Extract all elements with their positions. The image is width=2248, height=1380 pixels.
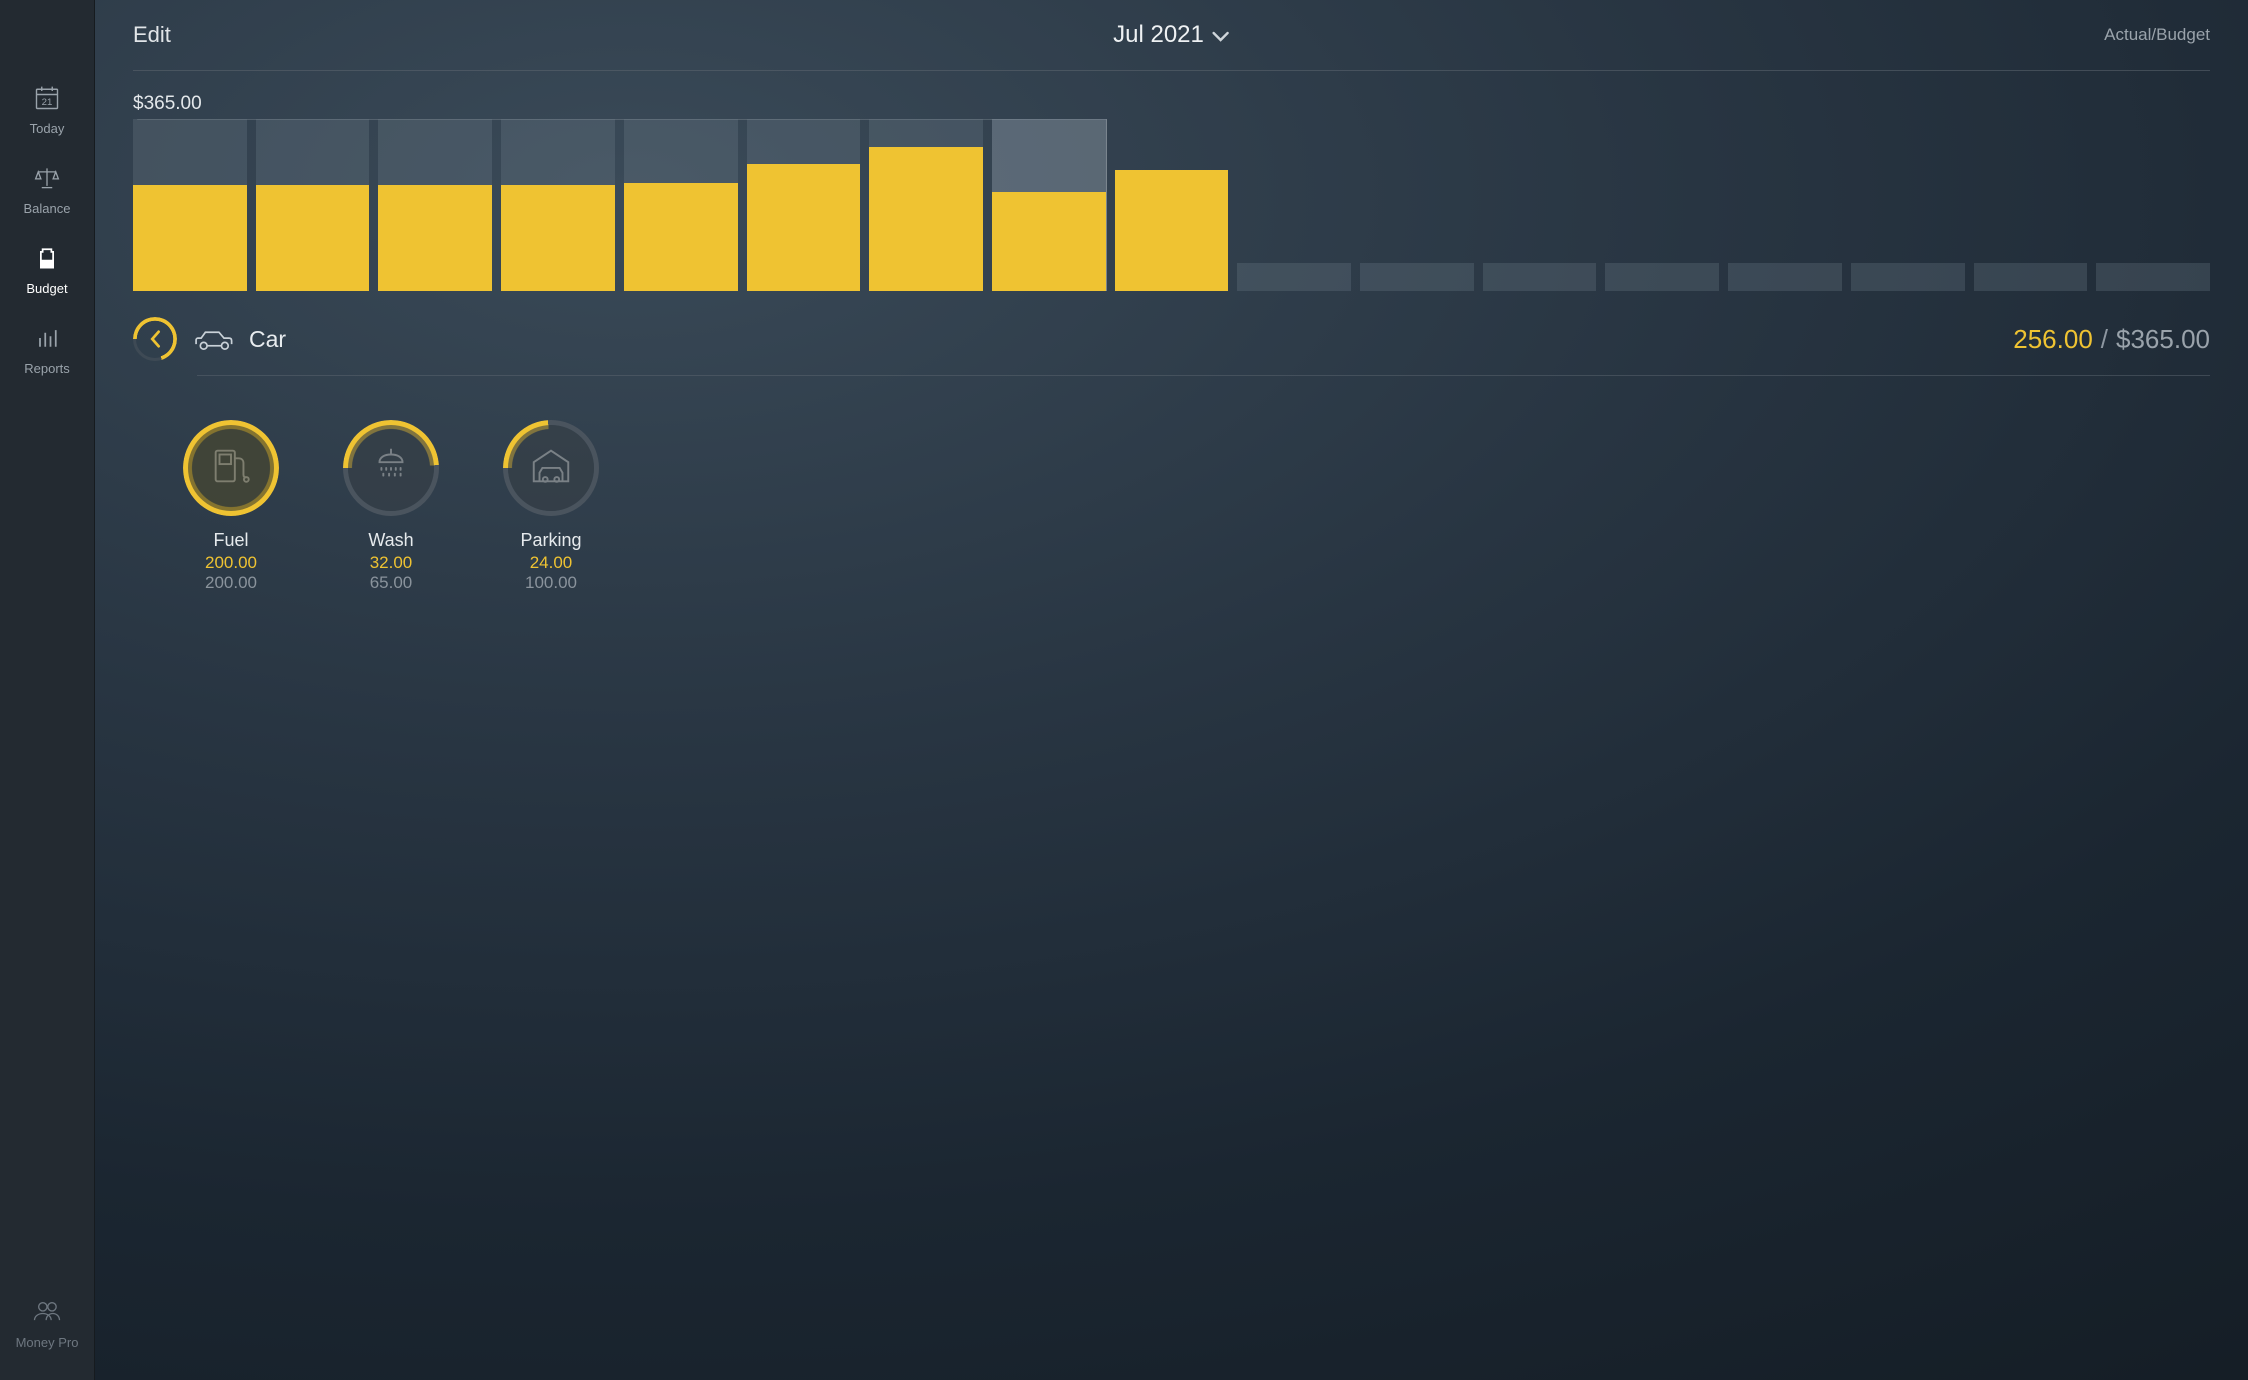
sidebar-item-today[interactable]: 21 Today (0, 70, 94, 150)
chart-bars[interactable] (133, 119, 2210, 291)
subcategory-actual: 32.00 (370, 553, 413, 573)
chart-column[interactable] (2096, 119, 2210, 291)
divider (133, 70, 2210, 71)
chart-column[interactable] (1605, 119, 1719, 291)
subcategory-fuel[interactable]: Fuel 200.00 200.00 (177, 420, 285, 593)
car-icon (191, 325, 235, 353)
sidebar-item-label: Reports (24, 361, 70, 376)
sidebar-item-label: Today (30, 121, 65, 136)
progress-ring (503, 420, 599, 516)
mode-toggle[interactable]: Actual/Budget (2104, 25, 2210, 45)
chart-column[interactable] (747, 119, 861, 291)
separator: / (2101, 324, 2108, 355)
sidebar-item-moneypro[interactable]: Money Pro (0, 1286, 94, 1380)
chart-column[interactable] (501, 119, 615, 291)
calendar-icon: 21 (33, 84, 61, 115)
sidebar-item-label: Budget (26, 281, 67, 296)
chart-column[interactable] (992, 119, 1106, 291)
sidebar-item-balance[interactable]: Balance (0, 150, 94, 230)
bars-icon (33, 324, 61, 355)
chart-column[interactable] (1483, 119, 1597, 291)
scales-icon (33, 164, 61, 195)
period-picker[interactable]: Jul 2021 (1113, 21, 1230, 49)
category-totals: 256.00 / $365.00 (2013, 324, 2210, 355)
sidebar-item-reports[interactable]: Reports (0, 310, 94, 390)
sidebar-item-label: Balance (24, 201, 71, 216)
chart-column[interactable] (1237, 119, 1351, 291)
chart-column[interactable] (1115, 119, 1229, 291)
subcategory-actual: 200.00 (205, 553, 257, 573)
sidebar-item-budget[interactable]: Budget (0, 230, 94, 310)
chart-column[interactable] (378, 119, 492, 291)
chart-column[interactable] (256, 119, 370, 291)
subcategory-budget: 200.00 (205, 573, 257, 593)
subcategory-wash[interactable]: Wash 32.00 65.00 (337, 420, 445, 593)
chart-column[interactable] (1851, 119, 1965, 291)
people-icon (32, 1300, 62, 1325)
main-panel: Edit Jul 2021 Actual/Budget $365.00 (95, 0, 2248, 1380)
chart-column[interactable] (133, 119, 247, 291)
chart-column[interactable] (869, 119, 983, 291)
period-label: Jul 2021 (1113, 21, 1204, 49)
progress-ring (343, 420, 439, 516)
chart-column[interactable] (624, 119, 738, 291)
progress-ring (183, 420, 279, 516)
chart-column[interactable] (1360, 119, 1474, 291)
chart-column[interactable] (1728, 119, 1842, 291)
subcategory-label: Wash (368, 530, 413, 551)
chart-max-label: $365.00 (133, 93, 2210, 115)
subcategory-grid: Fuel 200.00 200.00 Wash 32.00 65.00 Park… (133, 376, 2210, 593)
subcategory-parking[interactable]: Parking 24.00 100.00 (497, 420, 605, 593)
category-budget: $365.00 (2116, 324, 2210, 355)
chevron-down-icon (1212, 21, 1230, 49)
sidebar: 21 Today Balance (0, 0, 95, 1380)
category-actual: 256.00 (2013, 324, 2093, 355)
subcategory-budget: 100.00 (525, 573, 577, 593)
sidebar-item-label: Money Pro (16, 1335, 79, 1350)
category-header: Car 256.00 / $365.00 (133, 317, 2210, 375)
category-name: Car (249, 326, 286, 353)
app-window: 21 Today Balance (0, 0, 2248, 1380)
jar-icon (33, 244, 61, 275)
subcategory-label: Fuel (213, 530, 248, 551)
divider (197, 375, 2210, 376)
svg-text:21: 21 (42, 97, 53, 108)
back-button[interactable] (133, 317, 177, 361)
chart-column[interactable] (1974, 119, 2088, 291)
subcategory-label: Parking (520, 530, 581, 551)
history-chart: $365.00 (133, 71, 2210, 291)
topbar: Edit Jul 2021 Actual/Budget (133, 0, 2210, 70)
edit-button[interactable]: Edit (133, 22, 171, 48)
subcategory-budget: 65.00 (370, 573, 413, 593)
subcategory-actual: 24.00 (530, 553, 573, 573)
